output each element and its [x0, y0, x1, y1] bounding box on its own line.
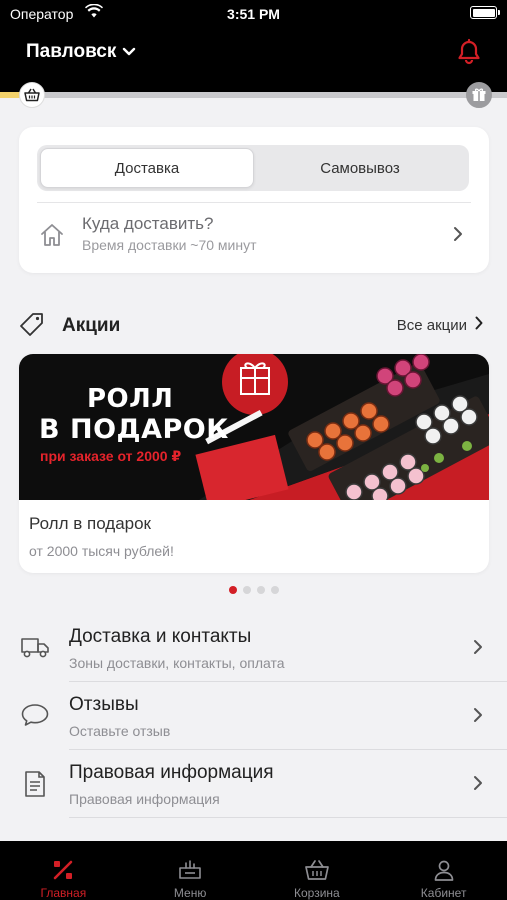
carousel-pagination — [0, 586, 507, 594]
pagination-dot — [228, 586, 237, 594]
clock: 3:51 PM — [227, 6, 280, 22]
chevron-right-icon — [473, 707, 483, 728]
bell-icon[interactable] — [455, 38, 483, 66]
info-list: Доставка и контакты Зоны доставки, конта… — [0, 614, 507, 818]
chevron-right-icon — [473, 775, 483, 796]
tab-menu[interactable]: Меню — [127, 841, 254, 900]
promo-banner-image: РОЛЛ В ПОДАРОК при заказе от 2000 ₽ — [19, 354, 489, 500]
chevron-right-icon — [453, 226, 463, 247]
list-item-reviews[interactable]: Отзывы Оставьте отзыв — [0, 682, 507, 750]
top-header: Оператор 3:51 PM Павловск — [0, 0, 507, 92]
promos-title: Акции — [62, 315, 121, 336]
gift-icon — [466, 82, 492, 108]
delivery-address-row[interactable]: Куда доставить? Время доставки ~70 минут — [37, 211, 471, 261]
delivery-card: Доставка Самовывоз Куда доставить? Время… — [19, 127, 489, 273]
truck-icon — [20, 634, 50, 665]
tab-delivery[interactable]: Доставка — [40, 148, 254, 188]
tab-label: Меню — [173, 886, 207, 900]
promo-card[interactable]: РОЛЛ В ПОДАРОК при заказе от 2000 ₽ Ролл… — [19, 354, 489, 573]
chevron-right-icon — [473, 639, 483, 660]
all-promos-link[interactable]: Все акции — [397, 316, 483, 334]
pagination-dot — [242, 586, 251, 594]
person-icon — [432, 857, 456, 883]
pagination-dot — [270, 586, 279, 594]
speech-bubble-icon — [20, 702, 50, 733]
all-promos-label: Все акции — [396, 316, 467, 334]
delivery-mode-segmented-control: Доставка Самовывоз — [37, 145, 469, 191]
status-bar: Оператор 3:51 PM — [0, 0, 507, 28]
document-icon — [20, 770, 50, 803]
pagination-dot — [256, 586, 265, 594]
battery-icon — [470, 6, 500, 19]
divider — [69, 817, 507, 818]
tab-account[interactable]: Кабинет — [380, 841, 507, 900]
divider — [37, 202, 471, 203]
basket-icon — [304, 857, 330, 883]
address-title: Куда доставить? — [82, 214, 214, 233]
tab-label: Корзина — [294, 886, 340, 900]
list-item-legal[interactable]: Правовая информация Правовая информация — [0, 750, 507, 818]
delivery-time-label: Время доставки ~70 минут — [82, 237, 257, 253]
tab-label: Главная — [40, 886, 87, 900]
list-item-subtitle: Зоны доставки, контакты, оплата — [69, 655, 285, 671]
promos-header: Акции Все акции — [19, 308, 489, 344]
banner-headline-2: В ПОДАРОК — [39, 414, 229, 445]
list-item-title: Правовая информация — [69, 762, 274, 783]
chevron-right-icon — [475, 316, 483, 334]
promo-description: от 2000 тысяч рублей! — [29, 543, 174, 559]
order-progress-bar — [0, 92, 507, 98]
banner-condition: при заказе от 2000 ₽ — [40, 448, 182, 464]
city-label: Павловск — [26, 41, 117, 62]
tab-home[interactable]: Главная — [0, 841, 127, 900]
tab-label: Кабинет — [420, 886, 467, 900]
percent-icon — [51, 857, 75, 883]
city-selector[interactable]: Павловск — [26, 41, 136, 63]
list-item-delivery-contacts[interactable]: Доставка и контакты Зоны доставки, конта… — [0, 614, 507, 682]
basket-icon — [19, 82, 45, 108]
banner-headline-1: РОЛЛ — [87, 384, 174, 414]
house-icon — [39, 223, 65, 252]
chevron-down-icon — [122, 41, 136, 63]
tag-icon — [19, 312, 45, 343]
promo-name: Ролл в подарок — [29, 514, 151, 533]
tab-cart[interactable]: Корзина — [254, 841, 381, 900]
bottom-tab-bar: Главная Меню Корзина Кабинет — [0, 841, 507, 900]
list-item-title: Отзывы — [69, 694, 139, 715]
list-item-title: Доставка и контакты — [69, 626, 252, 647]
list-item-subtitle: Правовая информация — [69, 791, 220, 807]
list-item-subtitle: Оставьте отзыв — [69, 723, 171, 739]
menu-dish-icon — [177, 857, 203, 883]
tab-pickup[interactable]: Самовывоз — [254, 148, 466, 188]
